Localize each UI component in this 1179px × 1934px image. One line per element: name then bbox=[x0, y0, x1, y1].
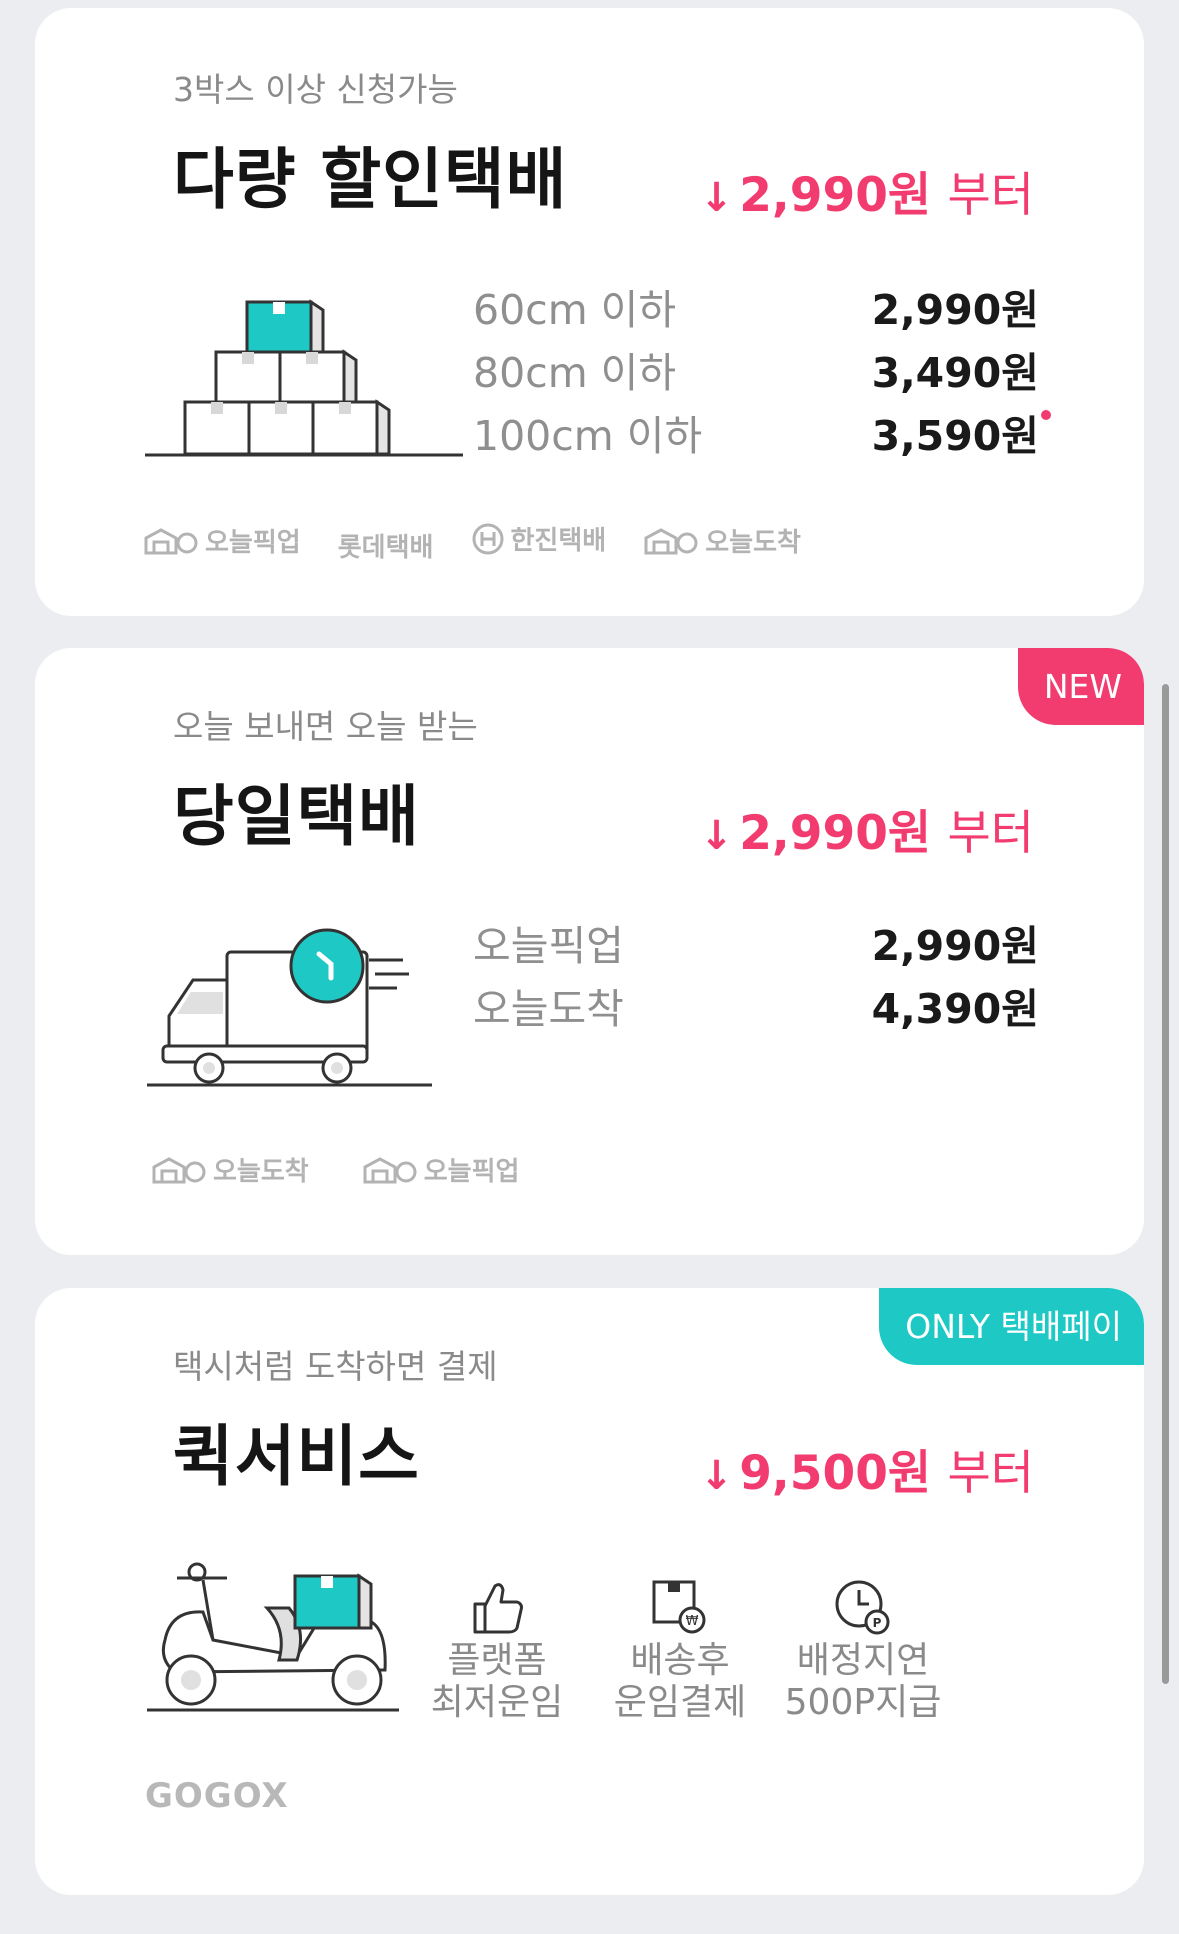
clock-points-icon: P bbox=[835, 1580, 890, 1635]
delivery-price-list: 오늘픽업 2,990원 오늘도착 4,390원 bbox=[473, 912, 1069, 1038]
gogox-logo: GOGOX bbox=[145, 1776, 289, 1816]
carrier-logo: 오늘픽업 bbox=[143, 522, 301, 559]
scooter-icon bbox=[147, 1562, 399, 1712]
starting-price: ↓ 2,990원 부터 bbox=[699, 168, 1034, 223]
card-title: 다량 할인택배 bbox=[173, 141, 568, 218]
down-arrow-icon: ↓ bbox=[699, 175, 734, 221]
down-arrow-icon: ↓ bbox=[699, 1453, 734, 1499]
feature-lowest-fare: 플랫폼 최저운임 bbox=[412, 1578, 582, 1724]
card-subtitle: 오늘 보내면 오늘 받는 bbox=[173, 707, 478, 746]
starting-price: ↓ 2,990원 부터 bbox=[699, 806, 1034, 861]
size-price-list: 60cm 이하 2,990원 80cm 이하 3,490원 100cm 이하 3… bbox=[473, 276, 1069, 465]
list-item: 100cm 이하 3,590원 bbox=[473, 402, 1069, 465]
hanjin-logo-icon bbox=[472, 523, 503, 554]
list-item: 오늘픽업 2,990원 bbox=[473, 922, 1039, 970]
house-logo-icon bbox=[152, 1156, 206, 1183]
bulk-discount-card[interactable]: 3박스 이상 신청가능 다량 할인택배 ↓ 2,990원 부터 60cm 이하 … bbox=[35, 8, 1144, 616]
house-logo-icon bbox=[644, 527, 698, 554]
new-badge: NEW bbox=[1017, 648, 1144, 725]
down-arrow-icon: ↓ bbox=[699, 813, 734, 859]
carrier-logo: 롯데택배 bbox=[337, 532, 434, 563]
starting-price: ↓ 9,500원 부터 bbox=[699, 1446, 1034, 1501]
thumbs-up-icon bbox=[473, 1583, 523, 1634]
carrier-logo: 오늘도착 bbox=[151, 1151, 309, 1188]
feature-pay-after-delivery: ₩ 배송후 운임결제 bbox=[595, 1578, 765, 1724]
box-won-icon: ₩ bbox=[652, 1580, 706, 1634]
card-title: 당일택배 bbox=[173, 778, 420, 855]
carrier-logo: 한진택배 bbox=[471, 520, 606, 557]
list-item: 오늘도착 4,390원 bbox=[473, 985, 1039, 1033]
carrier-logos: 오늘픽업 롯데택배 한진택배 오늘도착 bbox=[143, 520, 829, 564]
only-pay-badge: ONLY 택배페이 bbox=[879, 1288, 1144, 1365]
quick-service-card[interactable]: ONLY 택배페이 택시처럼 도착하면 결제 퀵서비스 ↓ 9,500원 부터 플… bbox=[35, 1288, 1144, 1895]
carrier-logo: 오늘픽업 bbox=[362, 1151, 519, 1188]
house-logo-icon bbox=[363, 1156, 417, 1183]
notice-dot bbox=[1041, 410, 1051, 420]
same-day-delivery-card[interactable]: NEW 오늘 보내면 오늘 받는 당일택배 ↓ 2,990원 부터 오늘픽업 2,… bbox=[35, 648, 1144, 1255]
box-pyramid-icon bbox=[145, 299, 463, 457]
delivery-truck-icon bbox=[147, 928, 432, 1087]
list-item: 60cm 이하 2,990원 bbox=[473, 286, 1039, 334]
house-logo-icon bbox=[144, 527, 198, 554]
feature-delay-points: P 배정지연 500P지급 bbox=[778, 1578, 948, 1724]
carrier-logos: 오늘도착 오늘픽업 bbox=[151, 1151, 547, 1192]
card-title: 퀵서비스 bbox=[173, 1418, 420, 1495]
list-item: 80cm 이하 3,490원 bbox=[473, 349, 1039, 397]
svg-text:P: P bbox=[873, 1616, 882, 1630]
svg-text:₩: ₩ bbox=[686, 1614, 699, 1629]
card-subtitle: 3박스 이상 신청가능 bbox=[173, 70, 458, 109]
carrier-logo: 오늘도착 bbox=[643, 522, 801, 559]
card-subtitle: 택시처럼 도착하면 결제 bbox=[173, 1347, 498, 1386]
scrollbar[interactable] bbox=[1162, 684, 1169, 1684]
